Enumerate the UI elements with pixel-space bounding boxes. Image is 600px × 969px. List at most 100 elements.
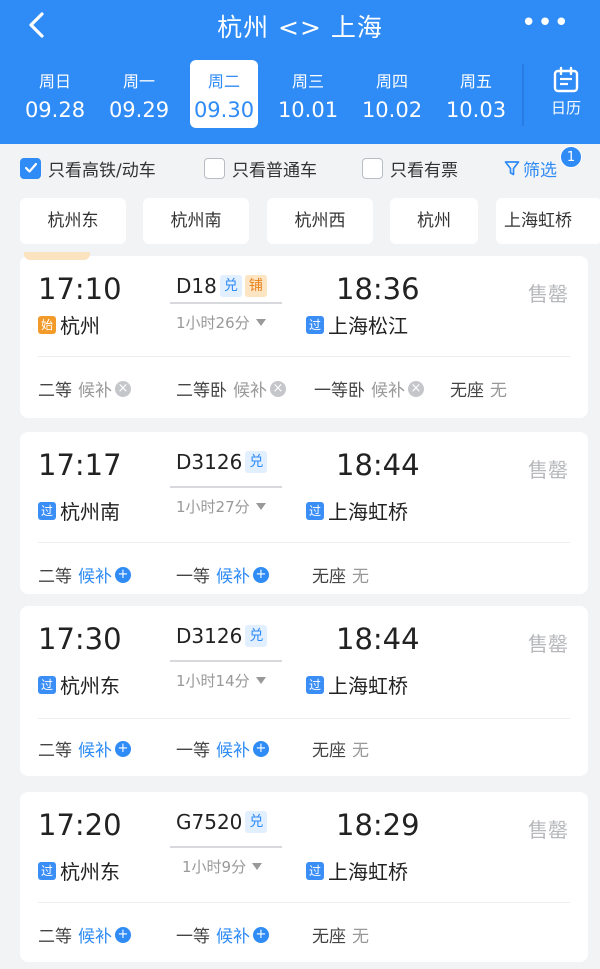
date-tab[interactable]: 周一 09.29 <box>104 60 174 128</box>
station-chip[interactable]: 杭州南 <box>143 198 249 244</box>
duration[interactable]: 1小时14分 <box>176 670 266 691</box>
arrival-time: 18:44 <box>336 448 420 482</box>
checkbox-label: 只看高铁/动车 <box>48 160 156 181</box>
seat-class: 无座 <box>450 381 484 401</box>
plus-circle-icon: + <box>115 566 131 583</box>
train-number: G7520 兑 <box>176 810 268 834</box>
duration[interactable]: 1小时27分 <box>176 496 266 517</box>
seat-class: 二等 <box>38 381 72 401</box>
train-card[interactable]: 17:10 D18 兑 铺 18:36 售罄 始 杭州 1小时26分 过 上海松… <box>20 252 588 418</box>
funnel-icon <box>504 161 520 176</box>
seat-option[interactable]: 二等 候补 + <box>38 922 131 947</box>
seat-option[interactable]: 二等 候补 × <box>38 376 131 401</box>
date-number: 10.03 <box>445 98 507 122</box>
train-number: D18 兑 铺 <box>176 274 267 298</box>
filter-count-badge: 1 <box>560 146 582 168</box>
duration[interactable]: 1小时9分 <box>182 856 263 877</box>
seat-class: 二等 <box>38 927 72 947</box>
date-number: 09.28 <box>24 98 86 122</box>
checkbox-unchecked-icon <box>362 157 383 179</box>
station-name: 上海虹桥 <box>328 860 408 884</box>
date-tab[interactable]: 周四 10.02 <box>357 60 427 128</box>
date-tab[interactable]: 周三 10.01 <box>273 60 343 128</box>
station-name: 上海虹桥 <box>328 674 408 698</box>
station-name: 上海松江 <box>328 314 408 338</box>
arrival-time: 18:29 <box>336 808 420 842</box>
seat-option[interactable]: 二等 候补 + <box>38 562 131 587</box>
station-name: 杭州东 <box>60 674 120 698</box>
seat-option[interactable]: 一等 候补 + <box>176 922 269 947</box>
seat-option[interactable]: 一等 候补 + <box>176 562 269 587</box>
dropdown-icon <box>252 863 263 870</box>
checkbox-unchecked-icon <box>204 157 225 179</box>
date-tab[interactable]: 周五 10.03 <box>441 60 511 128</box>
plus-circle-icon: + <box>115 740 131 757</box>
card-separator <box>38 542 570 543</box>
station-chip[interactable]: 杭州西 <box>267 198 373 244</box>
arrival-time: 18:36 <box>336 272 420 306</box>
seat-option[interactable]: 一等 候补 + <box>176 736 269 761</box>
checkbox-checked-icon <box>20 157 41 179</box>
route-line <box>170 660 282 662</box>
station-chip[interactable]: 上海虹桥 <box>496 198 600 244</box>
train-card[interactable]: 17:30 D3126 兑 18:44 售罄 过 杭州东 1小时14分 过 上海… <box>20 606 588 776</box>
page-title: 杭州 <> 上海 <box>217 13 383 42</box>
calendar-icon <box>553 66 579 93</box>
train-card[interactable]: 17:17 D3126 兑 18:44 售罄 过 杭州南 1小时27分 过 上海… <box>20 432 588 594</box>
seat-option[interactable]: 无座 无 <box>450 376 507 401</box>
seat-status: 候补 <box>78 567 112 587</box>
filter-button[interactable]: 筛选 <box>504 156 557 181</box>
route-line <box>170 846 282 848</box>
card-separator <box>38 718 570 719</box>
station-chip[interactable]: 杭州东 <box>20 198 126 244</box>
seat-option[interactable]: 无座 无 <box>312 562 369 587</box>
seat-class: 二等 <box>38 567 72 587</box>
seat-class: 一等卧 <box>314 381 365 401</box>
pass-badge: 过 <box>306 501 324 520</box>
seat-class: 一等 <box>176 927 210 947</box>
seat-class: 二等 <box>38 741 72 761</box>
plus-circle-icon: + <box>115 926 131 943</box>
date-tab-selected[interactable]: 周二 09.30 <box>190 60 258 128</box>
calendar-button[interactable]: 日历 <box>536 64 596 126</box>
normal-train-checkbox[interactable]: 只看普通车 <box>204 156 317 181</box>
train-card[interactable]: 17:20 G7520 兑 18:29 售罄 过 杭州东 1小时9分 过 上海虹… <box>20 792 588 962</box>
close-circle-icon: × <box>115 380 131 397</box>
date-number: 09.30 <box>193 98 255 122</box>
pass-badge: 过 <box>306 675 324 694</box>
duration-text: 1小时14分 <box>176 672 250 690</box>
arrival-station: 过 上海虹桥 <box>306 496 408 525</box>
seat-class: 二等卧 <box>176 381 227 401</box>
has-ticket-checkbox[interactable]: 只看有票 <box>362 156 458 181</box>
seat-option[interactable]: 二等 候补 + <box>38 736 131 761</box>
card-top-tag <box>24 252 90 260</box>
high-speed-checkbox[interactable]: 只看高铁/动车 <box>20 156 156 181</box>
date-weekday: 周三 <box>291 72 324 91</box>
train-code: D3126 <box>176 624 243 648</box>
departure-time: 17:17 <box>38 448 122 482</box>
close-circle-icon: × <box>270 380 286 397</box>
origin-badge: 始 <box>38 315 56 334</box>
seat-option[interactable]: 二等卧 候补 × <box>176 376 286 401</box>
close-circle-icon: × <box>408 380 424 397</box>
station-chip[interactable]: 杭州 <box>390 198 478 244</box>
station-name: 杭州 <box>60 314 100 338</box>
seat-option[interactable]: 一等卧 候补 × <box>314 376 424 401</box>
seat-status: 候补 <box>78 381 112 401</box>
more-icon[interactable]: ••• <box>521 8 570 38</box>
pass-badge: 过 <box>38 675 56 694</box>
train-number: D3126 兑 <box>176 624 268 648</box>
pass-badge: 过 <box>38 501 56 520</box>
seat-class: 无座 <box>312 567 346 587</box>
duration[interactable]: 1小时26分 <box>176 312 266 333</box>
date-tab[interactable]: 周日 09.28 <box>20 60 90 128</box>
sold-out-status: 售罄 <box>528 632 568 656</box>
seat-status: 候补 <box>233 381 267 401</box>
seat-status: 无 <box>352 567 369 587</box>
seat-class: 一等 <box>176 741 210 761</box>
duration-text: 1小时26分 <box>176 314 250 332</box>
route-line <box>170 486 282 488</box>
seat-class: 一等 <box>176 567 210 587</box>
seat-option[interactable]: 无座 无 <box>312 736 369 761</box>
seat-option[interactable]: 无座 无 <box>312 922 369 947</box>
